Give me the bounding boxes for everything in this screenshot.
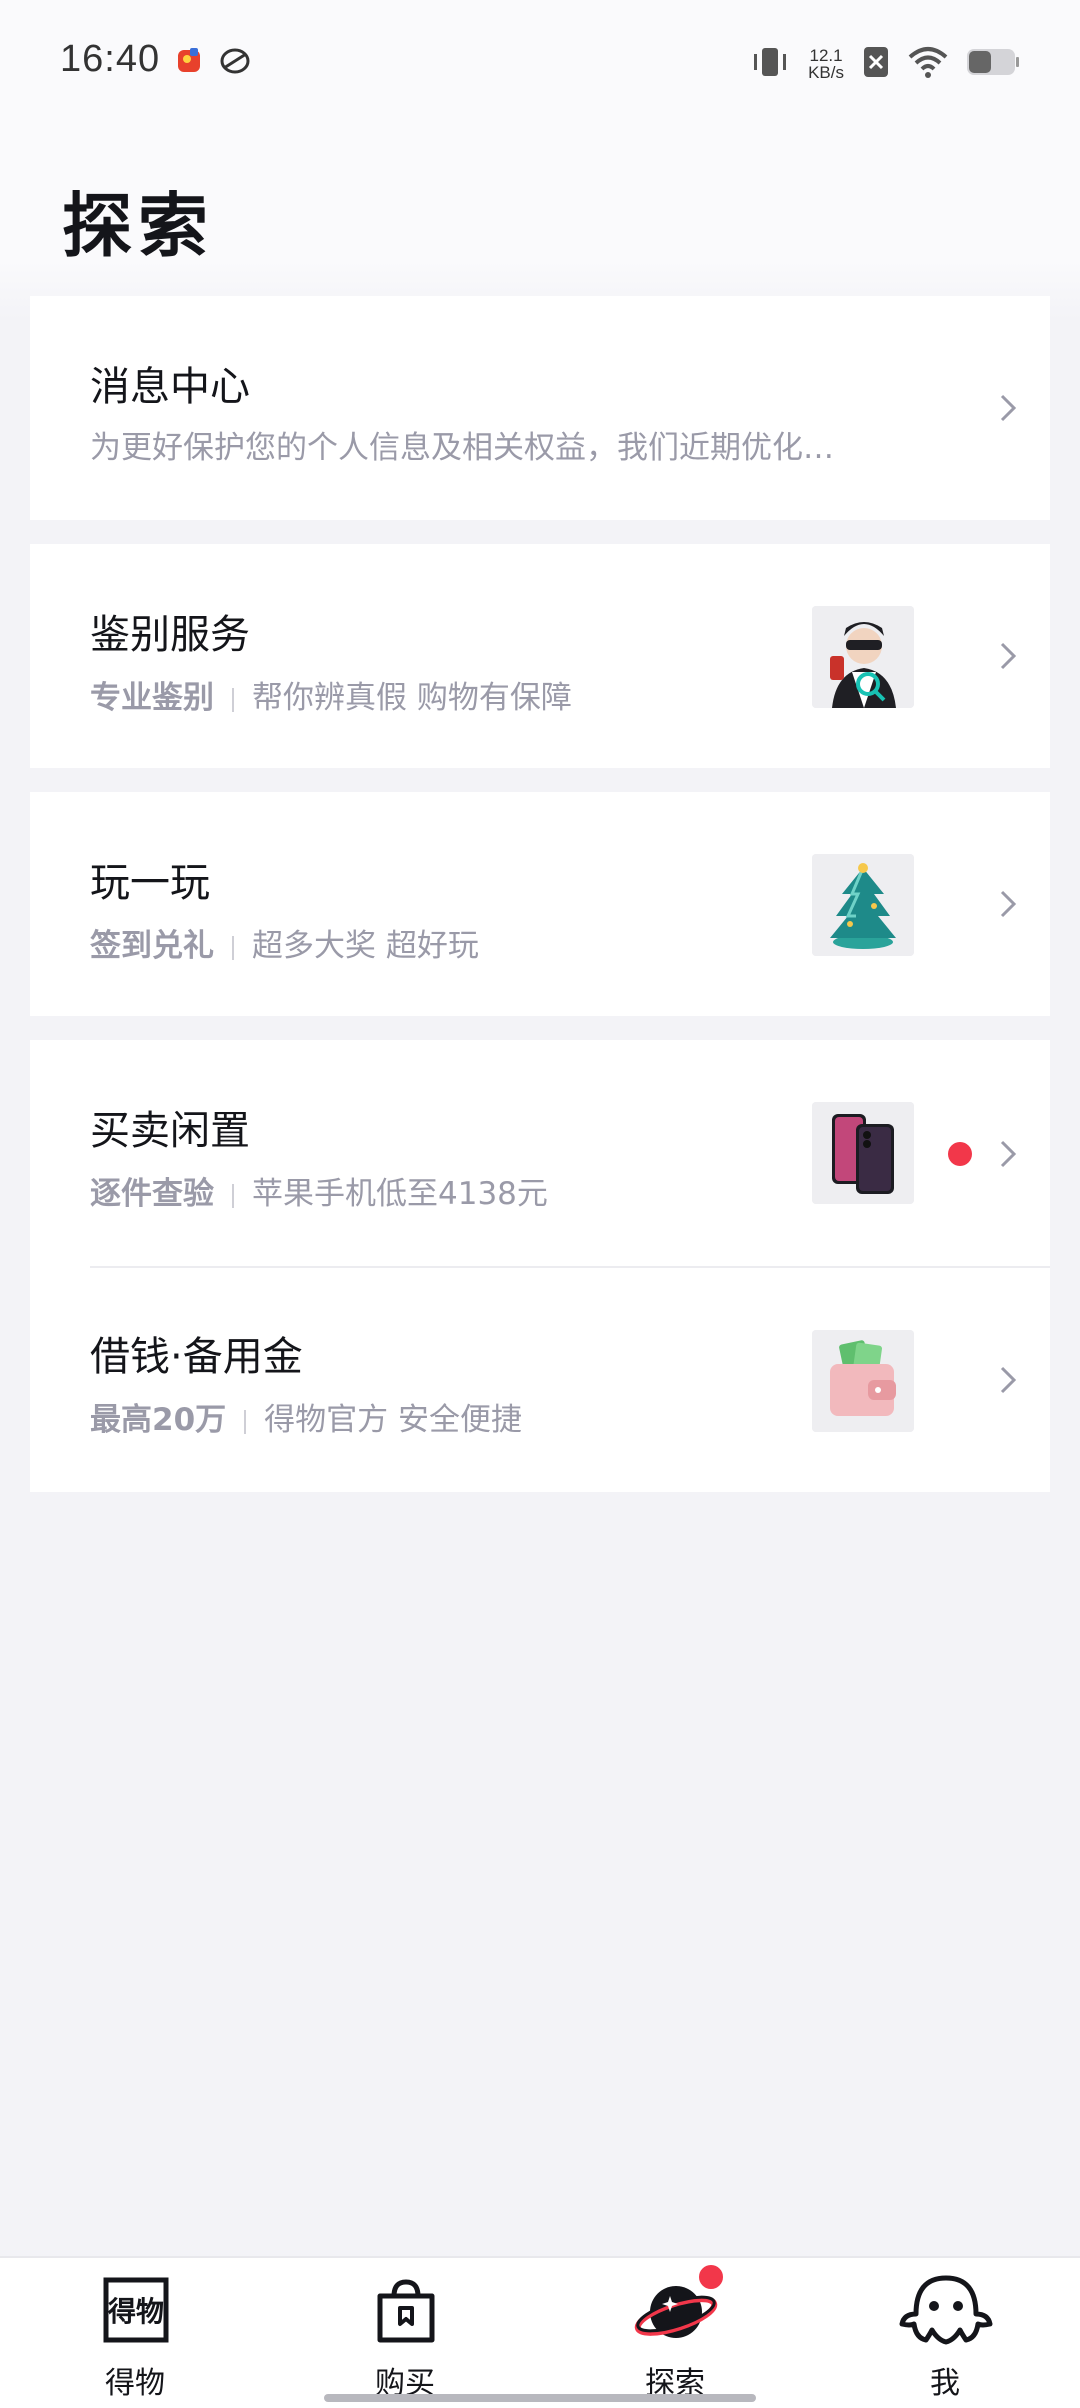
octopus-icon — [899, 2275, 993, 2345]
loan-title: 借钱·备用金 — [90, 1334, 303, 1380]
secondhand-title: 买卖闲置 — [90, 1108, 250, 1154]
wallet-image — [812, 1330, 914, 1432]
loan-tag: 最高20万 — [90, 1402, 227, 1438]
authentication-tag: 专业鉴别 — [90, 680, 214, 716]
new-notice-dot — [948, 1142, 972, 1166]
secondhand-desc: 苹果手机低至4138元 — [252, 1176, 548, 1212]
shopping-bag-icon — [377, 2279, 435, 2343]
message-center-title: 消息中心 — [90, 364, 250, 410]
chevron-right-icon — [1000, 890, 1017, 918]
authentication-subtitle: 专业鉴别 帮你辨真假 购物有保障 — [90, 672, 572, 717]
wifi-icon — [908, 45, 948, 83]
play-tag: 签到兑礼 — [90, 928, 214, 964]
authentication-desc: 帮你辨真假 购物有保障 — [252, 680, 572, 716]
authenticator-figure-image — [812, 606, 914, 708]
separator — [232, 935, 234, 960]
loan-reserve-fund-row[interactable]: 借钱·备用金 最高20万 得物官方 安全便捷 — [30, 1268, 1050, 1492]
secondhand-subtitle: 逐件查验 苹果手机低至4138元 — [90, 1168, 548, 1213]
authentication-service-card[interactable]: 鉴别服务 专业鉴别 帮你辨真假 购物有保障 — [30, 544, 1050, 768]
secondhand-tag: 逐件查验 — [90, 1176, 214, 1212]
iphone-image — [812, 1102, 914, 1204]
play-games-card[interactable]: 玩一玩 签到兑礼 超多大奖 超好玩 — [30, 792, 1050, 1016]
play-subtitle: 签到兑礼 超多大奖 超好玩 — [90, 920, 479, 965]
tab-me[interactable]: 我 — [810, 2258, 1080, 2408]
separator — [232, 1183, 234, 1208]
status-time: 16:40 — [60, 38, 161, 80]
message-center-card[interactable]: 消息中心 为更好保护您的个人信息及相关权益，我们近期优化… — [30, 296, 1050, 520]
tab-dewu[interactable]: 得物 得物 — [0, 2258, 270, 2408]
status-indicators: 12.1 KB/s — [750, 40, 1020, 88]
dewu-logo-icon: 得物 — [103, 2277, 169, 2343]
game-app-notification-icon — [174, 44, 206, 82]
tab-label-dewu: 得物 — [105, 2366, 165, 2401]
svg-text:得物: 得物 — [107, 2295, 164, 2328]
loan-desc: 得物官方 安全便捷 — [264, 1402, 522, 1438]
chevron-right-icon — [1000, 642, 1017, 670]
play-desc: 超多大奖 超好玩 — [252, 928, 479, 964]
sync-app-notification-icon — [218, 44, 252, 82]
separator — [244, 1409, 247, 1434]
message-center-subtitle: 为更好保护您的个人信息及相关权益，我们近期优化… — [90, 430, 834, 466]
chevron-right-icon — [1000, 1366, 1017, 1394]
tab-label-me: 我 — [930, 2366, 960, 2401]
explore-badge — [696, 2262, 726, 2292]
page-title: 探索 — [62, 185, 214, 267]
loan-subtitle: 最高20万 得物官方 安全便捷 — [90, 1394, 522, 1439]
authentication-title: 鉴别服务 — [90, 612, 250, 658]
secondhand-trade-row[interactable]: 买卖闲置 逐件查验 苹果手机低至4138元 — [30, 1040, 1050, 1266]
tab-explore[interactable]: 探索 — [540, 2258, 810, 2408]
chevron-right-icon — [1000, 1140, 1017, 1168]
vibrate-icon — [750, 42, 790, 86]
battery-icon — [966, 47, 1020, 81]
separator — [232, 687, 234, 712]
home-indicator[interactable] — [324, 2394, 756, 2402]
no-sim-icon — [862, 45, 890, 83]
play-title: 玩一玩 — [90, 860, 210, 906]
services-group-card: 买卖闲置 逐件查验 苹果手机低至4138元 借钱·备用金 最高20万 得物官方 安全… — [30, 1040, 1050, 1492]
status-bar: 16:40 12.1 KB/s — [0, 0, 1080, 120]
chevron-right-icon — [1000, 394, 1017, 422]
bottom-tab-bar: 得物 得物 购买 探索 我 — [0, 2256, 1080, 2408]
network-speed: 12.1 KB/s — [808, 46, 844, 82]
christmas-tree-image — [812, 854, 914, 956]
tab-buy[interactable]: 购买 — [270, 2258, 540, 2408]
